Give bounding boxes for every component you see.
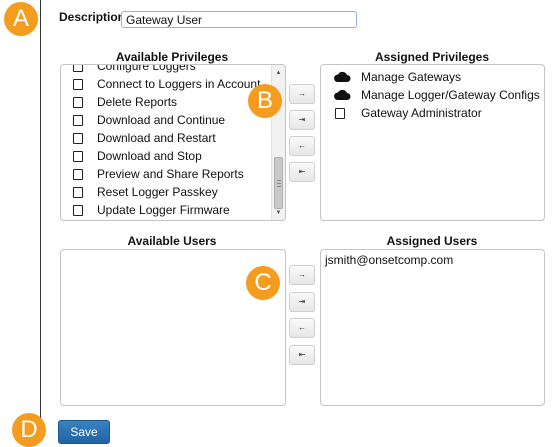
list-item[interactable]: Manage Gateways <box>333 68 461 86</box>
list-item-label: Reset Logger Passkey <box>97 185 218 199</box>
list-item[interactable]: Gateway Administrator <box>335 104 482 122</box>
callout-marker-d: D <box>12 413 46 447</box>
assigned-privileges-header: Assigned Privileges <box>374 50 490 64</box>
list-item-label: Update Logger Firmware <box>97 203 230 217</box>
available-users-header: Available Users <box>127 234 217 248</box>
list-item[interactable]: Reset Logger Passkey <box>73 183 218 201</box>
user-email: jsmith@onsetcomp.com <box>325 253 454 267</box>
checkbox-icon[interactable] <box>73 168 83 180</box>
checkbox-icon[interactable] <box>335 107 345 119</box>
description-input[interactable] <box>121 11 357 28</box>
checkbox-icon[interactable] <box>73 78 83 90</box>
remove-privilege-button[interactable]: ← <box>289 136 315 156</box>
available-privileges-header: Available Privileges <box>115 50 229 64</box>
scroll-up-arrow[interactable]: ▲ <box>272 67 285 79</box>
list-item[interactable]: Manage Logger/Gateway Configs <box>333 86 540 104</box>
frame-divider <box>40 0 41 420</box>
list-item[interactable]: jsmith@onsetcomp.com <box>325 251 453 269</box>
list-item[interactable]: Download and Restart <box>73 129 216 147</box>
list-item-label: Preview and Share Reports <box>97 167 244 181</box>
list-item[interactable]: Delete Reports <box>73 93 177 111</box>
add-all-users-button[interactable]: ⇥ <box>289 292 315 312</box>
list-item[interactable]: Update Logger Firmware <box>73 201 230 219</box>
list-item-label: Download and Restart <box>97 131 216 145</box>
list-item-label: Delete Reports <box>97 95 178 109</box>
checkbox-icon[interactable] <box>73 132 83 144</box>
checkbox-icon[interactable] <box>73 150 83 162</box>
cloud-icon <box>334 71 351 82</box>
assigned-users-header: Assigned Users <box>386 234 478 248</box>
checkbox-icon[interactable] <box>73 65 83 72</box>
list-item[interactable]: Connect to Loggers in Account <box>73 75 260 93</box>
grip-line <box>277 183 281 184</box>
checkbox-icon[interactable] <box>73 114 83 126</box>
description-label: Description: <box>59 10 130 24</box>
scroll-down-arrow[interactable]: ▼ <box>272 207 285 219</box>
available-privileges-list[interactable]: Configure Loggers Connect to Loggers in … <box>60 64 286 221</box>
checkbox-icon[interactable] <box>73 186 83 198</box>
save-button[interactable]: Save <box>58 420 110 444</box>
list-item[interactable]: Download and Stop <box>73 147 202 165</box>
assigned-privileges-list[interactable]: Manage Gateways Manage Logger/Gateway Co… <box>320 64 545 221</box>
assigned-users-list[interactable]: jsmith@onsetcomp.com <box>320 249 545 406</box>
list-item-label: Connect to Loggers in Account <box>97 77 261 91</box>
add-all-privileges-button[interactable]: ⇥ <box>289 110 315 130</box>
list-item-label: Manage Gateways <box>361 70 462 84</box>
remove-all-privileges-button[interactable]: ⇤ <box>289 162 315 182</box>
list-item-label: Download and Stop <box>97 149 202 163</box>
callout-marker-b: B <box>248 84 282 118</box>
checkbox-icon[interactable] <box>73 96 83 108</box>
remove-user-button[interactable]: ← <box>289 318 315 338</box>
grip-line <box>277 180 281 181</box>
list-item[interactable]: Download and Continue <box>73 111 225 129</box>
grip-line <box>277 186 281 187</box>
callout-marker-a: A <box>4 2 38 36</box>
cloud-icon <box>334 89 351 100</box>
checkbox-icon[interactable] <box>73 204 83 216</box>
callout-marker-c: C <box>246 266 280 300</box>
list-item-label: Manage Logger/Gateway Configs <box>361 88 540 102</box>
scroll-thumb[interactable] <box>274 157 283 209</box>
list-item[interactable]: Preview and Share Reports <box>73 165 244 183</box>
list-item-label: Download and Continue <box>97 113 226 127</box>
list-item[interactable]: Configure Loggers <box>73 64 196 75</box>
list-item-label: Configure Loggers <box>97 64 196 73</box>
list-item-label: Gateway Administrator <box>361 106 482 120</box>
add-user-button[interactable]: → <box>289 265 315 285</box>
remove-all-users-button[interactable]: ⇤ <box>289 345 315 365</box>
add-privilege-button[interactable]: → <box>289 84 315 104</box>
